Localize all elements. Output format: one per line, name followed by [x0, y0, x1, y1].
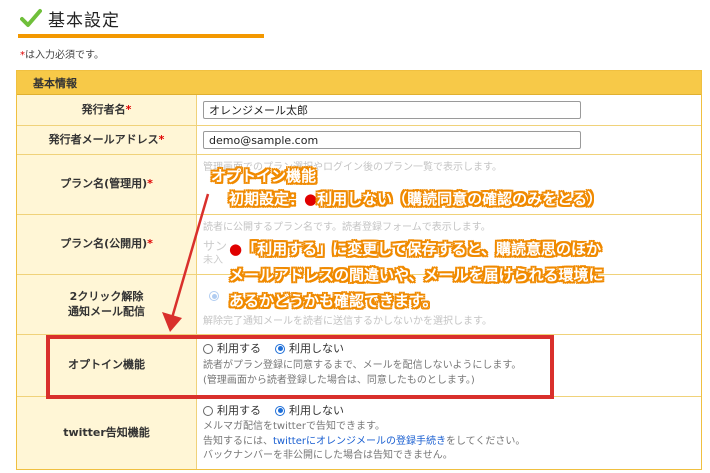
required-note-text: は入力必須です。 — [25, 50, 104, 61]
section-header: 基本情報 — [17, 71, 701, 95]
row-two-click: 2クリック解除 通知メール配信 解除完了通知メールを読者に送信するかしないかを選択… — [17, 275, 701, 335]
basic-info-table: 基本情報 発行者名* 発行者メールアドレス* プラン名(管理用)* 管理画面での… — [16, 70, 702, 470]
sender-email-input[interactable] — [203, 131, 581, 149]
twitter-register-link[interactable]: twitterにオレンジメールの登録手続き — [273, 436, 446, 447]
twitter-not-use-radio[interactable] — [275, 405, 285, 416]
sender-email-label: 発行者メールアドレス * — [17, 126, 197, 154]
row-sender-email: 発行者メールアドレス * — [17, 126, 701, 155]
page-title: 基本設定 — [20, 6, 120, 31]
sender-name-input[interactable] — [203, 101, 581, 119]
arrow-down-icon — [162, 193, 210, 332]
page-title-text: 基本設定 — [48, 11, 120, 31]
twitter-not-use-label[interactable]: 利用しない — [289, 403, 344, 418]
optin-highlight-box — [46, 335, 554, 399]
twitter-radio-group: 利用する 利用しない — [203, 403, 693, 418]
required-note: *は入力必須です。 — [20, 46, 104, 61]
row-twitter: twitter告知機能 利用する 利用しない メルマガ配信をtwitterで告知… — [17, 397, 701, 469]
twitter-label: twitter告知機能 — [17, 397, 197, 469]
row-plan-name-admin: プラン名(管理用) * 管理画面でのプラン選択やログイン後のプラン一覧で表示します… — [17, 155, 701, 215]
sender-name-label: 発行者名 * — [17, 95, 197, 125]
twitter-help-3: バックナンバーを非公開にした場合は告知できません。 — [203, 450, 453, 462]
check-icon — [20, 8, 42, 27]
row-sender-name: 発行者名 * — [17, 95, 701, 126]
plan-name-admin-help: 管理画面でのプラン選択やログイン後のプラン一覧で表示します。 — [203, 162, 502, 173]
two-click-help: 解除完了通知メールを読者に送信するかしないかを選択します。 — [203, 316, 492, 327]
twitter-use-radio[interactable] — [203, 405, 213, 416]
twitter-use-label[interactable]: 利用する — [217, 403, 261, 418]
plan-name-public-input[interactable]: サン — [203, 238, 693, 255]
plan-name-public-help: 読者に公開するプラン名です。読者登録フォームで表示します。 — [203, 222, 491, 233]
plan-name-public-help2: 未入 — [203, 255, 223, 267]
title-underline — [18, 34, 264, 38]
twitter-help-2: 告知するには、twitterにオレンジメールの登録手続きをしてください。 — [203, 435, 526, 447]
twitter-help-1: メルマガ配信をtwitterで告知できます。 — [203, 421, 385, 433]
row-plan-name-public: プラン名(公開用) * 読者に公開するプラン名です。読者登録フォームで表示します。… — [17, 215, 701, 275]
